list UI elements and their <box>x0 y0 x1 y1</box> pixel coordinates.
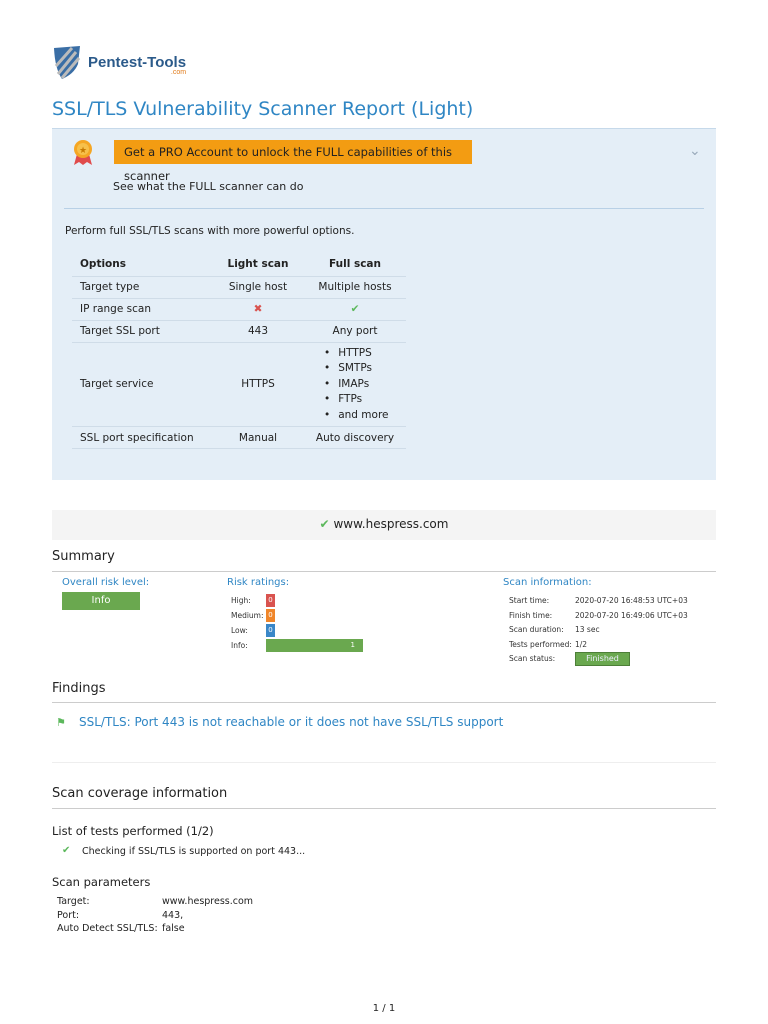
cell: Any port <box>304 320 406 343</box>
table-row: Target SSL port 443 Any port <box>72 320 406 343</box>
test-item: Checking if SSL/TLS is supported on port… <box>82 846 306 857</box>
overall-risk-badge: Info <box>62 592 140 610</box>
scan-info-value: 13 sec <box>575 625 600 634</box>
cell: Auto discovery <box>304 426 406 449</box>
divider <box>64 208 704 209</box>
shield-logo-icon <box>54 46 81 79</box>
risk-label: High: <box>231 596 251 605</box>
divider <box>52 808 716 809</box>
coverage-heading: Scan coverage information <box>52 786 228 801</box>
scan-info-label: Scan information: <box>503 577 592 588</box>
param-label: Target: <box>57 896 90 907</box>
get-pro-button[interactable]: Get a PRO Account to unlock the FULL cap… <box>114 140 472 183</box>
overall-risk-label: Overall risk level: <box>62 577 150 588</box>
findings-heading: Findings <box>52 681 106 696</box>
scan-info-label: Scan duration: <box>509 625 564 634</box>
list-item: IMAPs <box>324 377 398 393</box>
promo-description: Perform full SSL/TLS scans with more pow… <box>65 225 355 237</box>
check-icon: ✔ <box>304 298 406 321</box>
table-row: SSL port specification Manual Auto discove… <box>72 426 406 449</box>
scan-info-value: 2020-07-20 16:49:06 UTC+03 <box>575 610 688 620</box>
options-table: Options Light scan Full scan Target type Si… <box>72 252 406 449</box>
table-row: Target type Single host Multiple hosts <box>72 276 406 299</box>
list-item: FTPs <box>324 392 398 408</box>
cell: Target type <box>72 276 212 299</box>
scan-info-value: 1/2 <box>575 639 588 649</box>
param-label: Port: <box>57 909 80 921</box>
cell: 443 <box>212 320 304 343</box>
scan-info-label: Start time: <box>509 596 550 605</box>
table-row: IP range scan ✖ ✔ <box>72 298 406 321</box>
cross-icon: ✖ <box>212 298 304 321</box>
list-item: and more <box>324 408 398 424</box>
cell: Multiple hosts <box>304 276 406 299</box>
logo-suffix: .com <box>170 68 187 76</box>
cell: Manual <box>212 426 304 449</box>
param-value: false <box>162 923 185 934</box>
header-options: Options <box>72 252 212 277</box>
award-icon: ★ <box>70 138 96 170</box>
cell: Single host <box>212 276 304 299</box>
cell: Target service <box>72 342 212 427</box>
svg-text:★: ★ <box>79 146 87 156</box>
params-heading: Scan parameters <box>52 875 151 889</box>
risk-label: Info: <box>231 641 248 650</box>
risk-ratings-label: Risk ratings: <box>227 577 290 588</box>
scan-info-label: Scan status: <box>509 654 556 663</box>
scan-info-label: Finish time: <box>509 610 553 620</box>
risk-label: Low: <box>231 626 248 635</box>
risk-bar: 0 <box>266 609 275 622</box>
page-number: 1 / 1 <box>372 1003 396 1014</box>
check-icon: ✔ <box>62 845 71 856</box>
chevron-down-icon[interactable]: ⌄ <box>689 143 701 159</box>
cell: IP range scan <box>72 298 212 321</box>
risk-bar: 0 <box>266 624 275 637</box>
param-value: 443, <box>162 909 184 921</box>
finding-link[interactable]: SSL/TLS: Port 443 is not reachable or it… <box>79 715 503 729</box>
table-row: Target serviceHTTPS HTTPSSMTPsIMAPsFTPsa… <box>72 342 406 427</box>
target-banner: ✔ www.hespress.com <box>52 510 716 540</box>
target-host: www.hespress.com <box>333 517 449 531</box>
divider <box>52 762 716 763</box>
services-list: HTTPSSMTPsIMAPsFTPsand more <box>324 343 398 427</box>
list-item: HTTPS <box>324 346 398 362</box>
check-icon: ✔ <box>319 517 330 531</box>
promo-subtitle: See what the FULL scanner can do <box>113 180 304 193</box>
cell: HTTPS <box>212 342 304 427</box>
scan-info-label: Tests performed: <box>509 639 572 649</box>
divider <box>52 702 716 703</box>
header-light: Light scan <box>212 252 304 277</box>
param-value: www.hespress.com <box>162 896 254 907</box>
logo-text: Pentest-Tools .com <box>88 53 187 76</box>
scan-info-value: 2020-07-20 16:48:53 UTC+03 <box>575 596 688 605</box>
list-item: SMTPs <box>324 361 398 377</box>
cell: SSL port specification <box>72 426 212 449</box>
cell: Target SSL port <box>72 320 212 343</box>
risk-bar: 0 <box>266 594 275 607</box>
summary-heading: Summary <box>52 549 115 564</box>
page-title: SSL/TLS Vulnerability Scanner Report (Li… <box>52 98 474 120</box>
logo: Pentest-Tools .com <box>52 44 186 80</box>
scan-status-badge: Finished <box>575 652 630 666</box>
divider <box>52 571 716 572</box>
risk-label: Medium: <box>231 611 264 620</box>
risk-bar: 1 <box>266 639 363 652</box>
tests-heading: List of tests performed (1/2) <box>52 824 214 838</box>
flag-icon: ⚑ <box>56 716 66 729</box>
param-label: Auto Detect SSL/TLS: <box>57 923 158 934</box>
header-full: Full scan <box>304 252 406 277</box>
